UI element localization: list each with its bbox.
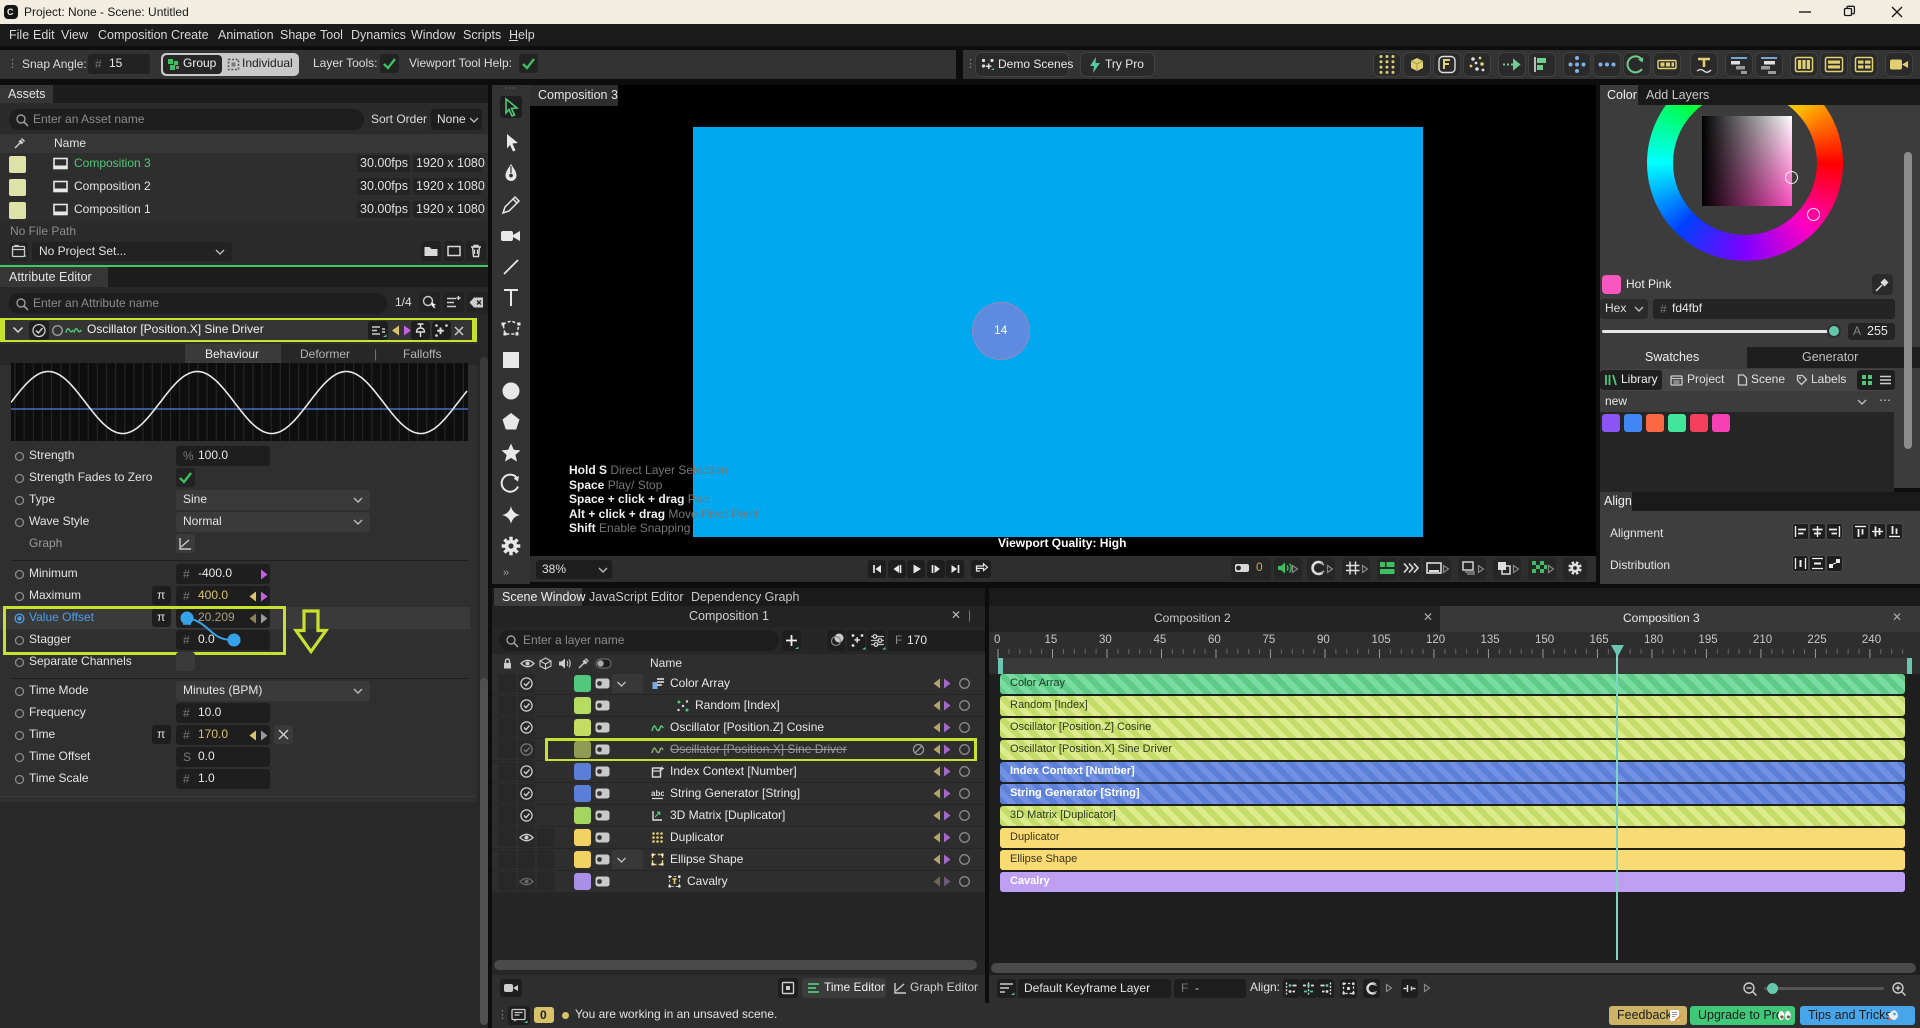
- svg-text:abc: abc: [651, 789, 664, 798]
